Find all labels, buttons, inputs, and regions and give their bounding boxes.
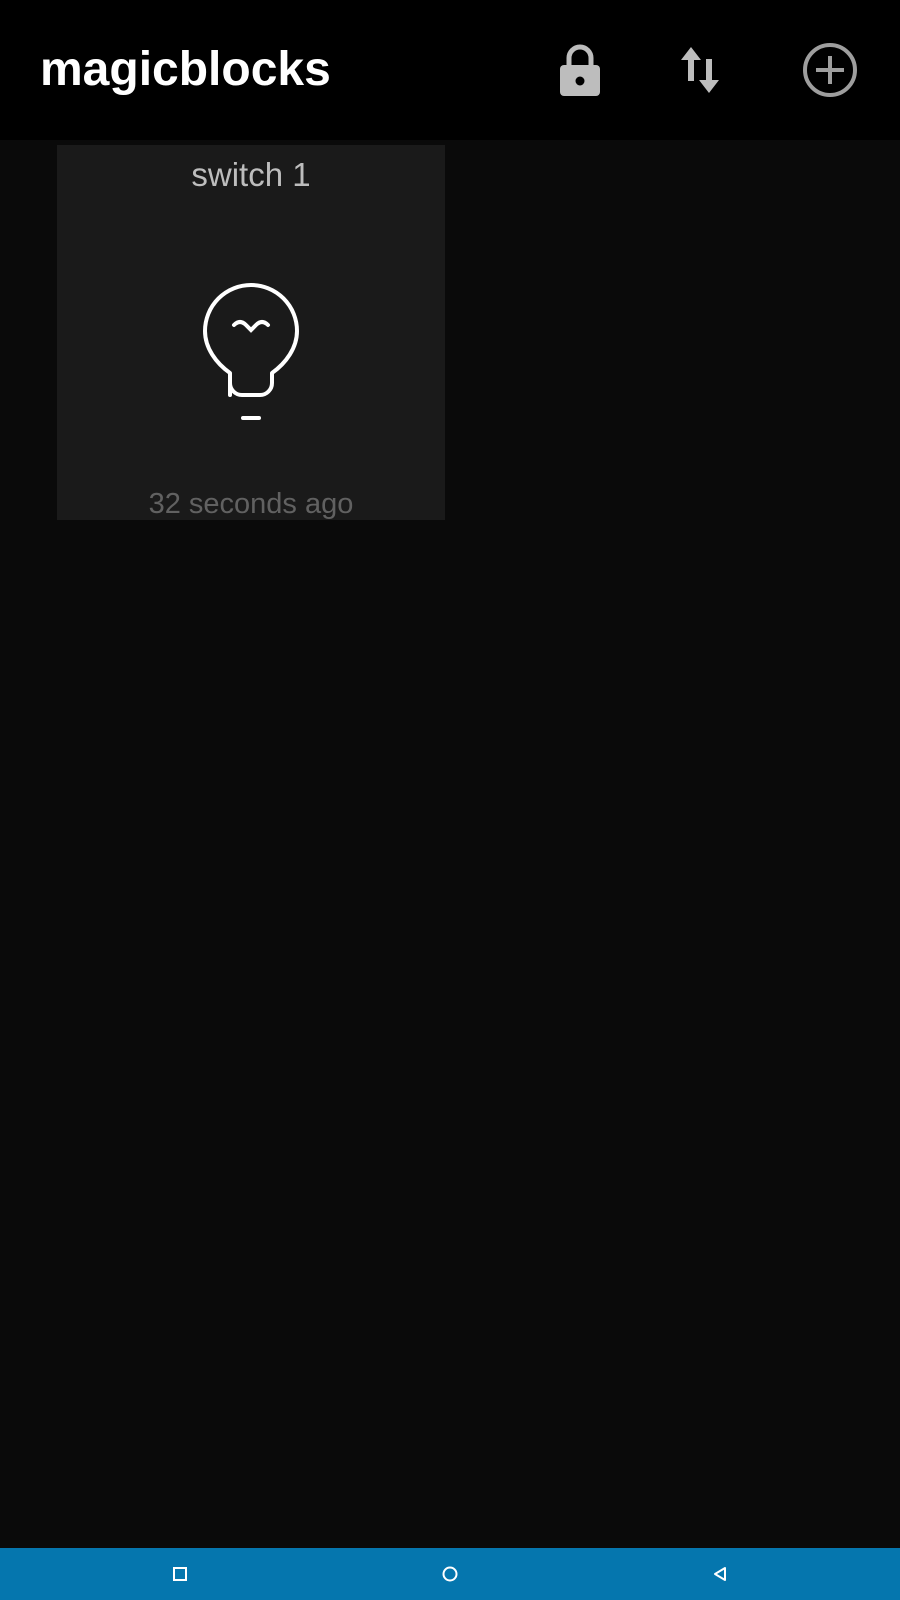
lightbulb-icon [203,283,299,420]
app-bar: magicblocks [0,0,900,140]
home-circle-icon [442,1566,458,1582]
switch-tile[interactable]: switch 1 32 seconds ago [57,145,445,520]
tile-name: switch 1 [191,156,311,193]
lock-icon [560,44,600,96]
system-nav-bar [0,1548,900,1600]
back-triangle-icon [714,1567,726,1581]
lock-button[interactable] [546,36,614,104]
last-updated-text: 32 seconds ago [148,488,354,520]
add-circle-icon [803,43,857,97]
recents-square-icon [173,1567,187,1581]
sort-button[interactable] [666,36,734,104]
home-button[interactable] [430,1556,470,1592]
back-button[interactable] [700,1556,740,1592]
sort-arrows-icon [681,47,719,93]
app-title: magicblocks [40,43,331,96]
app-screen: magicblocks switch 1 32 seconds ago [0,0,900,1600]
add-button[interactable] [796,36,864,104]
dashboard-content: switch 1 32 seconds ago [0,140,900,1548]
recents-button[interactable] [160,1556,200,1592]
